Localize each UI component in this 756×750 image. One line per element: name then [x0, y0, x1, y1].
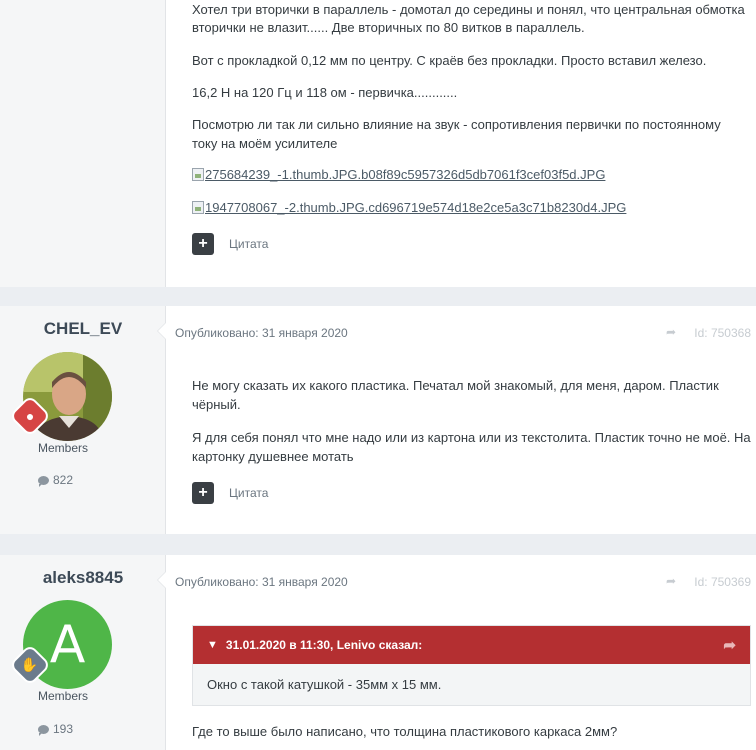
hand-icon: ✋ [21, 656, 39, 673]
post-text-line: картонку душевнее мотать [192, 449, 354, 464]
share-icon[interactable]: ➦ [666, 574, 676, 588]
share-icon[interactable]: ➦ [666, 325, 676, 339]
post-count-value: 193 [53, 722, 74, 736]
post-content: Хотел три вторички в параллель - домотал… [166, 0, 756, 287]
attachment-image-link[interactable]: 1947708067_-2.thumb.JPG.cd696719e574d18e… [192, 200, 626, 215]
post-content: Опубликовано: 31 января 2020 ➦ Id: 75036… [166, 306, 756, 534]
post-pointer [157, 571, 166, 589]
broken-image-icon [192, 201, 204, 214]
attachment-filename: 275684239_-1.thumb.JPG.b08f89c5957326d5d… [205, 167, 606, 182]
quote-button[interactable]: Цитата [229, 237, 268, 251]
post-1: Хотел три вторички в параллель - домотал… [0, 0, 756, 287]
attachment-image-link[interactable]: 275684239_-1.thumb.JPG.b08f89c5957326d5d… [192, 167, 605, 182]
quote-header-text: 31.01.2020 в 11:30, Lenivo сказал: [225, 638, 423, 652]
post-date[interactable]: Опубликовано: 31 января 2020 [175, 326, 348, 340]
post-3: aleks8845 A ✋ Members 193 Опубликовано: … [0, 555, 756, 750]
quote-body: Окно с такой катушкой - 35мм х 15 мм. [207, 677, 442, 692]
author-column: CHEL_EV ● Members 822 [0, 306, 166, 534]
user-group: Members [37, 441, 88, 455]
broken-image-icon [192, 168, 204, 181]
post-text-line: Хотел три вторички в параллель - домотал… [192, 2, 745, 17]
attachment-filename: 1947708067_-2.thumb.JPG.cd696719e574d18e… [205, 200, 627, 215]
post-actions: + Цитата [192, 482, 268, 504]
lightbulb-icon: ● [25, 408, 35, 424]
author-column [0, 0, 166, 287]
post-id[interactable]: Id: 750368 [694, 326, 751, 340]
comment-icon [38, 724, 49, 736]
post-actions: + Цитата [192, 233, 268, 255]
quote-button[interactable]: Цитата [229, 486, 268, 500]
post-count: 193 [38, 722, 73, 736]
post-id[interactable]: Id: 750369 [694, 575, 751, 589]
post-text-line: чёрный. [192, 397, 241, 412]
post-text-line: току на моём усилителе [192, 136, 338, 151]
reaction-plus-button[interactable]: + [192, 482, 214, 504]
post-2: CHEL_EV ● Members 822 Опубликовано: 31 я… [0, 306, 756, 534]
author-column: aleks8845 A ✋ Members 193 [0, 555, 166, 750]
post-text-line: Где то выше было написано, что толщина п… [192, 724, 618, 739]
reaction-plus-button[interactable]: + [192, 233, 214, 255]
post-text-line: вторички не влазит...... Две вторичных п… [192, 20, 585, 35]
author-username[interactable]: aleks8845 [0, 568, 166, 588]
avatar-letter: A [49, 614, 86, 675]
post-text-line: Не могу сказать их какого пластика. Печа… [192, 378, 719, 393]
chevron-down-icon[interactable]: ▼ [207, 639, 218, 651]
quote-header[interactable]: ▼ 31.01.2020 в 11:30, Lenivo сказал: ➦ [193, 626, 750, 664]
post-date[interactable]: Опубликовано: 31 января 2020 [175, 575, 348, 589]
comment-icon [38, 475, 49, 487]
post-text-line: Я для себя понял что мне надо или из кар… [192, 430, 751, 445]
post-content: Опубликовано: 31 января 2020 ➦ Id: 75036… [166, 555, 756, 750]
author-username[interactable]: CHEL_EV [0, 319, 166, 339]
post-text-line: Посмотрю ли так ли сильно влияние на зву… [192, 117, 721, 132]
post-text-line: 16,2 Н на 120 Гц и 118 ом - первичка....… [192, 85, 458, 100]
forward-arrow-icon[interactable]: ➦ [723, 636, 736, 654]
user-group: Members [37, 689, 88, 703]
quote-block: ▼ 31.01.2020 в 11:30, Lenivo сказал: ➦ О… [192, 625, 751, 706]
post-count-value: 822 [53, 473, 74, 487]
post-count: 822 [38, 473, 73, 487]
post-text-line: Вот с прокладкой 0,12 мм по центру. С кр… [192, 53, 707, 68]
post-pointer [157, 322, 166, 340]
